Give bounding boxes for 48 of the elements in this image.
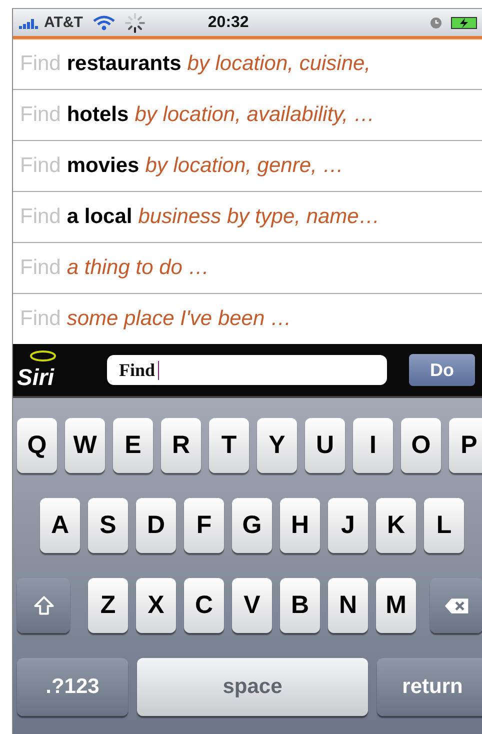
halo-icon	[27, 350, 57, 362]
wifi-icon	[92, 14, 115, 30]
letter-key[interactable]: A	[40, 498, 80, 553]
return-key[interactable]: return	[377, 658, 482, 716]
letter-key[interactable]: S	[88, 498, 128, 553]
carrier-name: AT&T	[44, 14, 83, 31]
letter-key[interactable]: T	[209, 418, 249, 473]
suggestion-item[interactable]: Find hotels by location, availability, …	[13, 90, 482, 141]
space-key[interactable]: space	[137, 658, 368, 716]
signal-icon	[19, 16, 41, 28]
letter-key[interactable]: F	[184, 498, 224, 553]
alarm-clock-icon	[430, 16, 442, 28]
search-field[interactable]: Find	[107, 355, 387, 385]
letter-key[interactable]: I	[353, 418, 393, 473]
letter-key[interactable]: N	[328, 578, 368, 633]
letter-key[interactable]: E	[113, 418, 153, 473]
letter-key[interactable]: W	[65, 418, 105, 473]
spinner-icon	[124, 12, 145, 32]
logo-text: Siri	[17, 364, 54, 390]
letter-key[interactable]: K	[376, 498, 416, 553]
suggestion-item[interactable]: Find movies by location, genre, …	[13, 141, 482, 192]
letter-key[interactable]: Y	[257, 418, 297, 473]
letter-key[interactable]: B	[280, 578, 320, 633]
suggestion-item[interactable]: Find restaurants by location, cuisine,	[13, 39, 482, 90]
letter-key[interactable]: D	[136, 498, 176, 553]
letter-key[interactable]: Q	[17, 418, 57, 473]
mode-key[interactable]: .?123	[17, 658, 128, 716]
suggestion-item[interactable]: Find a thing to do …	[13, 243, 482, 294]
clock-time: 20:32	[208, 14, 249, 32]
suggestion-item[interactable]: Find some place I've been …	[13, 294, 482, 344]
letter-key[interactable]: V	[232, 578, 272, 633]
letter-key[interactable]: X	[136, 578, 176, 633]
letter-key[interactable]: M	[376, 578, 416, 633]
letter-key[interactable]: R	[161, 418, 201, 473]
letter-key[interactable]: C	[184, 578, 224, 633]
letter-key[interactable]: U	[305, 418, 345, 473]
letter-key[interactable]: O	[401, 418, 441, 473]
letter-key[interactable]: P	[449, 418, 482, 473]
letter-key[interactable]: G	[232, 498, 272, 553]
letter-key[interactable]: L	[424, 498, 464, 553]
do-button[interactable]: Do	[409, 354, 475, 386]
suggestion-item[interactable]: Find a local business by type, name…	[13, 192, 482, 243]
letter-key[interactable]: H	[280, 498, 320, 553]
letter-key[interactable]: Z	[88, 578, 128, 633]
delete-key[interactable]	[430, 578, 482, 633]
shift-key[interactable]	[17, 578, 70, 633]
battery-icon	[450, 16, 477, 28]
letter-key[interactable]: J	[328, 498, 368, 553]
